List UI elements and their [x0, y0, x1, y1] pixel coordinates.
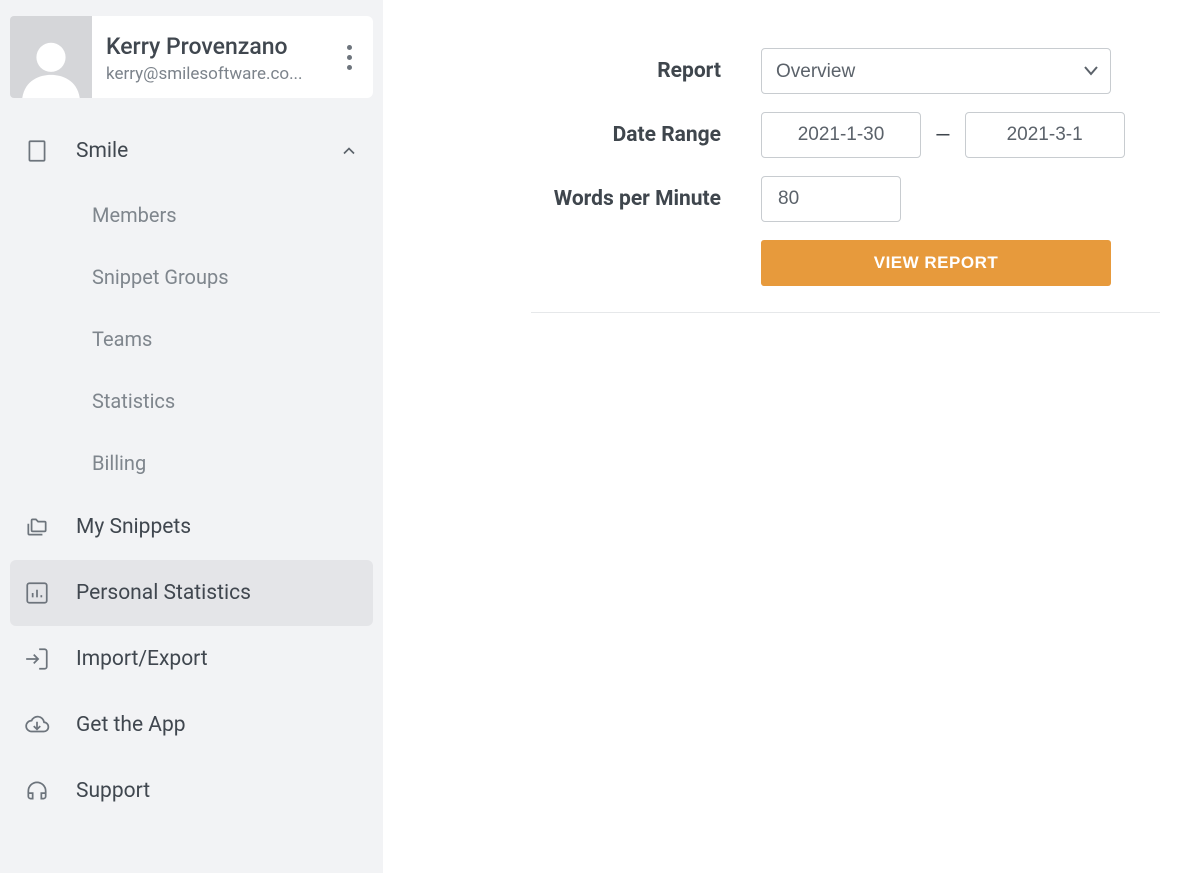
sidebar-subitem-snippet-groups[interactable]: Snippet Groups	[10, 246, 373, 308]
date-to-input[interactable]	[965, 112, 1125, 158]
profile-menu-button[interactable]	[337, 37, 361, 77]
report-form: Report Overview Date Range — Words per M…	[431, 48, 1160, 286]
section-divider	[531, 312, 1160, 313]
wpm-input[interactable]	[761, 176, 901, 222]
sidebar-item-label: My Snippets	[76, 515, 359, 539]
sidebar-item-label: Snippet Groups	[92, 265, 229, 289]
report-label: Report	[431, 59, 761, 83]
form-row-report: Report Overview	[431, 48, 1160, 94]
sidebar-item-label: Support	[76, 779, 359, 803]
wpm-label: Words per Minute	[431, 187, 761, 211]
chart-icon	[24, 580, 76, 606]
date-range-label: Date Range	[431, 123, 761, 147]
report-select[interactable]: Overview	[761, 48, 1111, 94]
sidebar-item-label: Smile	[76, 139, 339, 163]
sidebar-subitem-billing[interactable]: Billing	[10, 432, 373, 494]
profile-name: Kerry Provenzano	[106, 33, 363, 60]
sidebar-subitem-statistics[interactable]: Statistics	[10, 370, 373, 432]
sidebar-subitem-teams[interactable]: Teams	[10, 308, 373, 370]
sidebar-subitem-members[interactable]: Members	[10, 184, 373, 246]
main-content: Report Overview Date Range — Words per M…	[383, 0, 1200, 873]
folders-icon	[24, 514, 76, 540]
form-row-submit: VIEW REPORT	[431, 240, 1160, 286]
sidebar-item-smile[interactable]: Smile	[10, 118, 373, 184]
sidebar-item-my-snippets[interactable]: My Snippets	[10, 494, 373, 560]
sidebar-item-label: Teams	[92, 327, 152, 351]
sidebar-item-label: Members	[92, 203, 177, 227]
cloud-download-icon	[24, 712, 76, 738]
form-row-wpm: Words per Minute	[431, 176, 1160, 222]
sidebar-item-label: Statistics	[92, 389, 175, 413]
sidebar-item-label: Personal Statistics	[76, 581, 359, 605]
headphones-icon	[24, 778, 76, 804]
sidebar-item-support[interactable]: Support	[10, 758, 373, 824]
sidebar-item-label: Get the App	[76, 713, 359, 737]
building-icon	[24, 138, 76, 164]
sidebar-nav: Smile Members Snippet Groups Teams Stati…	[10, 118, 373, 824]
import-icon	[24, 646, 76, 672]
date-from-input[interactable]	[761, 112, 921, 158]
profile-email: kerry@smilesoftware.co...	[106, 64, 326, 84]
avatar-icon	[16, 34, 86, 98]
profile-text: Kerry Provenzano kerry@smilesoftware.co.…	[92, 21, 373, 94]
sidebar-item-get-the-app[interactable]: Get the App	[10, 692, 373, 758]
chevron-up-icon	[339, 141, 359, 161]
date-range-separator: —	[935, 123, 951, 147]
sidebar-item-import-export[interactable]: Import/Export	[10, 626, 373, 692]
avatar	[10, 16, 92, 98]
sidebar-item-personal-statistics[interactable]: Personal Statistics	[10, 560, 373, 626]
view-report-button[interactable]: VIEW REPORT	[761, 240, 1111, 286]
form-row-date-range: Date Range —	[431, 112, 1160, 158]
sidebar-item-label: Import/Export	[76, 647, 359, 671]
profile-card[interactable]: Kerry Provenzano kerry@smilesoftware.co.…	[10, 16, 373, 98]
sidebar: Kerry Provenzano kerry@smilesoftware.co.…	[0, 0, 383, 873]
sidebar-item-label: Billing	[92, 451, 146, 475]
